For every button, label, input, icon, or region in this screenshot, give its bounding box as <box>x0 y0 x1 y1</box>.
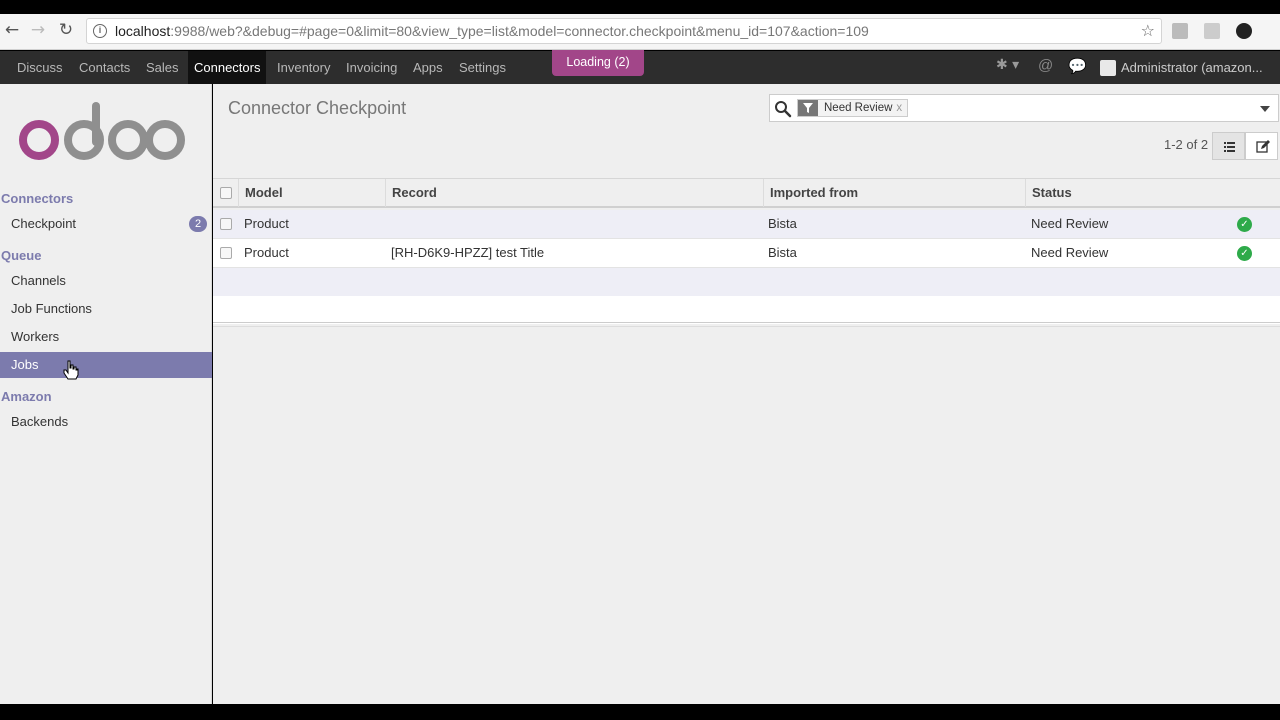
sidebar-item-channels[interactable]: Channels <box>0 268 212 294</box>
row-checkbox[interactable] <box>220 247 232 259</box>
section-queue: Queue <box>1 248 42 263</box>
table-row[interactable]: Product Bista Need Review ✓ <box>213 210 1280 239</box>
mentions-icon[interactable]: @ <box>1038 57 1053 74</box>
odoo-logo[interactable] <box>18 102 186 167</box>
form-view-button[interactable] <box>1245 132 1278 160</box>
cell-record <box>385 210 391 238</box>
sidebar: Connectors Checkpoint 2 Queue Channels J… <box>0 84 212 704</box>
cell-status: Need Review <box>1031 245 1109 260</box>
filter-icon <box>798 100 818 116</box>
url-text[interactable]: localhost:9988/web?&debug=#page=0&limit=… <box>115 23 869 39</box>
column-header-record[interactable]: Record <box>385 179 763 207</box>
screen: ← → ↻ i localhost:9988/web?&debug=#page=… <box>0 0 1280 720</box>
debug-bug-icon[interactable]: ✱ ▾ <box>996 57 1019 73</box>
table-footer-divider <box>213 326 1280 327</box>
edit-icon <box>1256 140 1270 153</box>
cell-model: Product <box>244 216 289 231</box>
avatar[interactable] <box>1100 60 1116 76</box>
section-connectors: Connectors <box>1 191 74 206</box>
reload-icon[interactable]: ↻ <box>56 20 76 40</box>
menu-contacts[interactable]: Contacts <box>73 51 136 84</box>
sidebar-item-jobs[interactable]: Jobs <box>0 352 212 378</box>
loading-indicator: Loading (2) <box>552 50 644 76</box>
check-circle-icon[interactable]: ✓ <box>1237 217 1252 232</box>
bookmark-star-icon[interactable]: ☆ <box>1141 21 1155 40</box>
search-icon[interactable] <box>774 100 792 123</box>
forward-icon[interactable]: → <box>28 20 48 40</box>
menu-apps[interactable]: Apps <box>407 51 449 84</box>
cell-model: Product <box>244 245 289 260</box>
empty-row <box>213 296 1280 324</box>
back-icon[interactable]: ← <box>2 20 22 40</box>
list-view-button[interactable] <box>1212 132 1245 160</box>
sidebar-item-workers[interactable]: Workers <box>0 324 212 350</box>
table-row[interactable]: Product [RH-D6K9-HPZZ] test Title Bista … <box>213 239 1280 268</box>
facet-label: Need Review <box>824 102 893 114</box>
cell-status: Need Review <box>1031 216 1109 231</box>
hand-cursor-icon <box>63 360 79 385</box>
chevron-down-icon[interactable] <box>1260 106 1270 112</box>
column-header-imported-from[interactable]: Imported from <box>763 179 1025 207</box>
menu-settings[interactable]: Settings <box>453 51 512 84</box>
sidebar-item-backends[interactable]: Backends <box>0 409 212 435</box>
menu-sales[interactable]: Sales <box>140 51 185 84</box>
checkpoint-count-badge: 2 <box>189 216 207 232</box>
url-host: localhost <box>115 23 171 39</box>
cell-imported-from: Bista <box>768 216 797 231</box>
address-bar[interactable]: i localhost:9988/web?&debug=#page=0&limi… <box>86 18 1162 44</box>
cell-record: [RH-D6K9-HPZZ] test Title <box>391 245 545 260</box>
check-circle-icon[interactable]: ✓ <box>1237 246 1252 261</box>
main-content: Connector Checkpoint Need Review x 1-2 of… <box>213 84 1280 704</box>
pager-value[interactable]: 1-2 of 2 <box>1164 137 1208 152</box>
sidebar-item-checkpoint[interactable]: Checkpoint 2 <box>0 211 212 237</box>
page-title: Connector Checkpoint <box>228 98 407 118</box>
menu-discuss[interactable]: Discuss <box>11 51 69 84</box>
list-icon <box>1224 142 1235 152</box>
search-input[interactable]: Need Review x <box>769 94 1279 122</box>
info-icon[interactable]: i <box>93 24 107 38</box>
empty-row <box>213 268 1280 296</box>
sidebar-item-label: Checkpoint <box>11 216 77 231</box>
cell-imported-from: Bista <box>768 245 797 260</box>
url-path: :9988/web?&debug=#page=0&limit=80&view_t… <box>170 23 869 39</box>
table-footer-divider <box>213 322 1280 323</box>
row-checkbox[interactable] <box>220 218 232 230</box>
chat-icon[interactable]: 💬 <box>1068 57 1087 75</box>
menu-invoicing[interactable]: Invoicing <box>340 51 403 84</box>
user-menu[interactable]: Administrator (amazon... <box>1121 51 1263 84</box>
window-bottom-edge <box>0 704 1280 720</box>
table-header: Model Record Imported from Status <box>213 178 1280 208</box>
facet-remove-icon[interactable]: x <box>896 100 907 116</box>
menu-connectors[interactable]: Connectors <box>188 51 267 84</box>
extension-icon[interactable] <box>1172 23 1188 39</box>
search-facet[interactable]: Need Review x <box>797 99 909 117</box>
column-header-status[interactable]: Status <box>1025 179 1280 207</box>
menu-inventory[interactable]: Inventory <box>271 51 336 84</box>
select-all-checkbox[interactable] <box>220 187 232 199</box>
sidebar-item-job-functions[interactable]: Job Functions <box>0 296 212 322</box>
extension-icon[interactable] <box>1204 23 1220 39</box>
window-top-edge <box>0 0 1280 14</box>
extension-icon[interactable] <box>1236 23 1252 39</box>
browser-chrome: ← → ↻ i localhost:9988/web?&debug=#page=… <box>0 0 1280 50</box>
column-header-model[interactable]: Model <box>238 179 385 207</box>
section-amazon: Amazon <box>1 389 52 404</box>
